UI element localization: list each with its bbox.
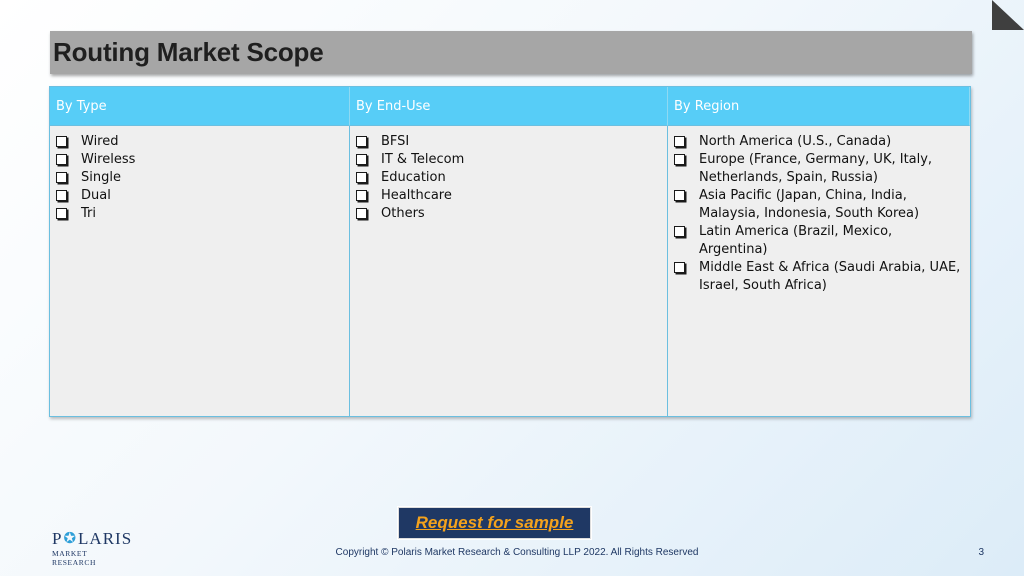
- checkbox-bullet-icon: [356, 154, 367, 165]
- list-item: Middle East & Africa (Saudi Arabia, UAE,…: [674, 259, 964, 295]
- checkbox-bullet-icon: [56, 154, 67, 165]
- checkbox-bullet-icon: [674, 226, 685, 237]
- list-item: North America (U.S., Canada): [674, 133, 964, 151]
- star-icon: ✪: [63, 531, 78, 547]
- list-item: Single: [56, 169, 343, 187]
- list-item: Education: [356, 169, 661, 187]
- checkbox-bullet-icon: [674, 190, 685, 201]
- list-item: Europe (France, Germany, UK, Italy, Neth…: [674, 151, 964, 187]
- page-corner-fold-icon: [992, 0, 1024, 30]
- scope-table: By Type By End-Use By Region Wired Wirel…: [49, 86, 971, 417]
- list-item: IT & Telecom: [356, 151, 661, 169]
- column-cell-region: North America (U.S., Canada) Europe (Fra…: [668, 126, 970, 416]
- checkbox-bullet-icon: [674, 154, 685, 165]
- column-cell-end-use: BFSI IT & Telecom Education Healthcare O…: [350, 126, 668, 416]
- list-item: Asia Pacific (Japan, China, India, Malay…: [674, 187, 964, 223]
- logo-name-right: LARIS: [78, 529, 133, 548]
- title-bar: Routing Market Scope: [50, 31, 972, 74]
- checkbox-bullet-icon: [674, 136, 685, 147]
- checkbox-bullet-icon: [56, 190, 67, 201]
- column-header-end-use: By End-Use: [350, 87, 668, 126]
- checkbox-bullet-icon: [56, 172, 67, 183]
- list-item: Dual: [56, 187, 343, 205]
- page-title: Routing Market Scope: [53, 37, 324, 67]
- checkbox-bullet-icon: [356, 190, 367, 201]
- copyright-text: Copyright © Polaris Market Research & Co…: [335, 547, 699, 558]
- request-sample-link[interactable]: Request for sample: [416, 513, 574, 533]
- request-sample-button[interactable]: Request for sample: [398, 507, 591, 539]
- list-item: BFSI: [356, 133, 661, 151]
- page-number: 3: [978, 547, 984, 558]
- list-item: Latin America (Brazil, Mexico, Argentina…: [674, 223, 964, 259]
- list-item: Others: [356, 205, 661, 223]
- checkbox-bullet-icon: [56, 136, 67, 147]
- checkbox-bullet-icon: [356, 136, 367, 147]
- list-item: Tri: [56, 205, 343, 223]
- column-header-type: By Type: [50, 87, 350, 126]
- checkbox-bullet-icon: [356, 172, 367, 183]
- list-item: Wired: [56, 133, 343, 151]
- column-header-region: By Region: [668, 87, 970, 126]
- checkbox-bullet-icon: [356, 208, 367, 219]
- list-item: Wireless: [56, 151, 343, 169]
- logo-name-left: P: [52, 529, 63, 548]
- list-item: Healthcare: [356, 187, 661, 205]
- column-cell-type: Wired Wireless Single Dual Tri: [50, 126, 350, 416]
- checkbox-bullet-icon: [56, 208, 67, 219]
- checkbox-bullet-icon: [674, 262, 685, 273]
